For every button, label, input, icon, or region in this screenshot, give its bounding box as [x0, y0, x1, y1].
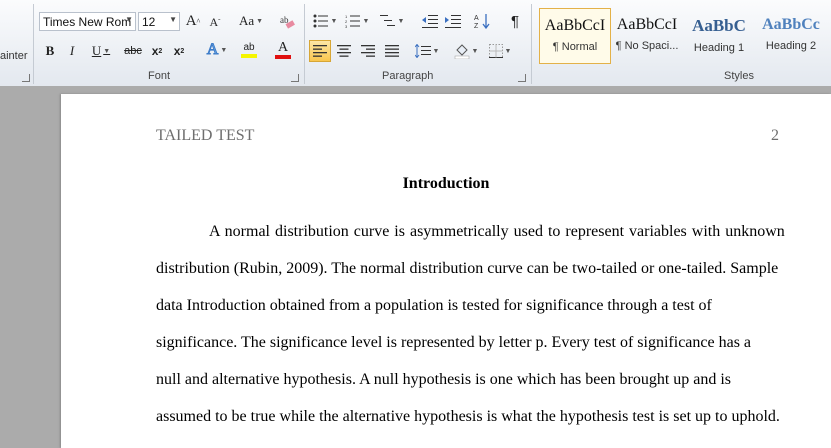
style-heading-1-name: Heading 1	[693, 42, 745, 54]
shrink-font-button[interactable]: Aˇ	[206, 12, 224, 32]
body-line: significance. The significance level is …	[156, 334, 752, 351]
document-heading: Introduction	[402, 175, 490, 192]
justify-button[interactable]	[381, 41, 403, 61]
style-heading-2-name: Heading 2	[765, 40, 817, 52]
font-name-combo[interactable]: Times New Rom ▼	[39, 12, 136, 31]
body-line: null and alternative hypothesis. A null …	[156, 371, 732, 388]
font-color-swatch	[275, 55, 291, 59]
body-line: assumed to be true while the alternative…	[156, 408, 780, 425]
ribbon: ainter Times New Rom ▼ 12 ▼ A ^ Aˇ Aa ▼ ab…	[0, 0, 831, 87]
sort-button[interactable]: AZ	[472, 11, 492, 31]
subscript-button[interactable]: x2	[148, 41, 166, 61]
font-launcher-icon[interactable]	[291, 74, 299, 82]
line-spacing-button[interactable]: ▼	[413, 41, 441, 61]
page-number: 2	[771, 127, 779, 144]
style-normal-name: ¶ Normal	[552, 41, 598, 53]
group-separator	[33, 4, 34, 84]
style-heading-2[interactable]: AaBbCc Heading 2	[755, 8, 827, 64]
align-center-button[interactable]	[333, 41, 355, 61]
chevron-down-icon: ▼	[125, 15, 133, 24]
bullets-button[interactable]: ▼	[311, 11, 339, 31]
underline-button[interactable]: U ▼	[86, 41, 116, 61]
strikethrough-button[interactable]: abc	[122, 41, 144, 61]
style-heading-1[interactable]: AaBbC Heading 1	[683, 8, 755, 64]
document-page[interactable]: TAILED TEST 2 Introduction A normal dist…	[61, 94, 831, 448]
group-separator	[531, 4, 532, 84]
superscript-button[interactable]: x2	[170, 41, 188, 61]
group-separator	[304, 4, 305, 84]
change-case-button[interactable]: Aa ▼	[236, 11, 266, 31]
font-color-button[interactable]: A	[268, 40, 298, 60]
style-heading-2-sample: AaBbCc	[762, 16, 820, 33]
clear-formatting-icon[interactable]: ab	[278, 11, 296, 31]
clipboard-launcher-icon[interactable]	[22, 74, 30, 82]
shading-button[interactable]: ▼	[452, 41, 480, 61]
font-size-combo[interactable]: 12 ▼	[138, 12, 180, 31]
style-heading-1-sample: AaBbC	[692, 16, 746, 35]
body-line: data Introduction obtained from a popula…	[156, 297, 712, 314]
text-effects-button[interactable]: A ▼	[202, 40, 232, 60]
paragraph-launcher-icon[interactable]	[518, 74, 526, 82]
chevron-down-icon: ▼	[169, 15, 177, 24]
styles-group-label: Styles	[724, 70, 754, 82]
svg-text:A: A	[474, 15, 479, 22]
body-line: distribution (Rubin, 2009). The normal d…	[156, 260, 779, 277]
style-no-spacing[interactable]: AaBbCcI ¶ No Spaci...	[611, 8, 683, 64]
align-right-button[interactable]	[357, 41, 379, 61]
style-no-spacing-name: ¶ No Spaci...	[615, 40, 679, 52]
font-group-label: Font	[148, 70, 171, 82]
borders-button[interactable]: ▼	[486, 41, 514, 61]
italic-button[interactable]: I	[63, 41, 81, 61]
increase-indent-button[interactable]	[443, 11, 463, 31]
style-no-spacing-sample: AaBbCcI	[616, 16, 678, 33]
numbering-button[interactable]: 1 2 3 ▼	[343, 11, 371, 31]
style-normal-sample: AaBbCcI	[544, 17, 606, 34]
body-line: A normal distribution curve is asymmetri…	[209, 223, 785, 240]
highlight-button[interactable]: ab	[234, 40, 264, 60]
multilevel-list-button[interactable]: ▼	[377, 11, 407, 31]
show-hide-marks-button[interactable]: ¶	[506, 11, 524, 31]
paragraph-group-label: Paragraph	[382, 70, 434, 82]
decrease-indent-button[interactable]	[420, 11, 440, 31]
highlight-color-swatch	[241, 54, 257, 58]
font-size-value: 12	[142, 14, 156, 29]
page-header-text: TAILED TEST	[156, 127, 255, 144]
style-normal[interactable]: AaBbCcI ¶ Normal	[539, 8, 611, 64]
svg-text:Z: Z	[474, 23, 479, 29]
format-painter-label[interactable]: ainter	[0, 50, 28, 62]
grow-font-button[interactable]: A ^	[184, 11, 202, 31]
bold-button[interactable]: B	[41, 41, 59, 61]
font-name-value: Times New Rom	[43, 14, 132, 29]
align-left-button[interactable]	[309, 40, 331, 62]
svg-text:3: 3	[345, 24, 348, 28]
